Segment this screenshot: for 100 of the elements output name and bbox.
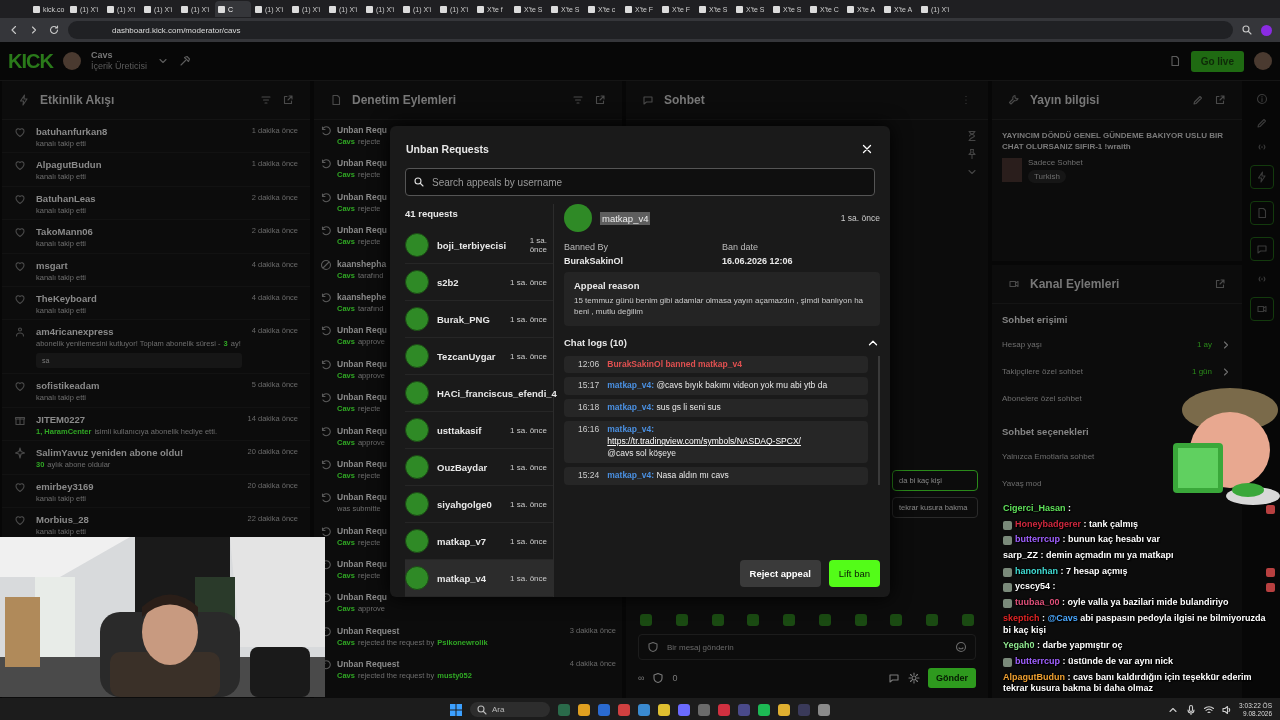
event-username: msgart <box>36 259 69 271</box>
section-heading: Sohbet seçenekleri <box>1002 425 1090 439</box>
taskbar-app-icon[interactable] <box>758 703 770 716</box>
favicon-icon <box>551 5 558 13</box>
reject-appeal-button[interactable]: Reject appeal <box>739 560 821 587</box>
popout-icon[interactable] <box>1214 94 1226 106</box>
user-avatar[interactable] <box>1254 52 1272 70</box>
undo-icon <box>320 325 332 338</box>
windows-icon[interactable] <box>450 703 462 716</box>
emote-icon[interactable] <box>783 614 796 626</box>
favicon-icon <box>218 5 225 13</box>
chat-message: butterrcup : bunun kaç hesabı var <box>1015 534 1162 547</box>
emote-icon[interactable] <box>640 614 652 626</box>
undo-icon <box>320 225 332 238</box>
undo-icon <box>320 525 332 538</box>
emote-icon[interactable] <box>675 614 688 626</box>
taskbar-app-icon[interactable] <box>678 703 690 716</box>
settings-icon[interactable] <box>908 672 920 684</box>
chat-message: ycscy54 : <box>1015 581 1057 594</box>
request-item[interactable]: Burak_PNG 1 sa. önce <box>405 301 553 338</box>
request-item[interactable]: s2b2 1 sa. önce <box>405 264 553 301</box>
popout-icon[interactable] <box>282 94 294 106</box>
emote-icon[interactable] <box>961 614 974 626</box>
taskbar-search[interactable]: Ara <box>470 702 550 717</box>
address-bar[interactable]: dashboard.kick.com/moderator/cavs <box>68 21 1233 39</box>
channel-avatar <box>62 52 81 70</box>
request-time: 1 sa. önce <box>509 499 547 509</box>
taskbar-app-icon[interactable] <box>818 703 830 716</box>
search-icon[interactable] <box>1241 24 1253 36</box>
user-avatar <box>405 566 429 590</box>
event-username: am4ricanexpress <box>36 326 115 338</box>
emote-icon[interactable] <box>926 614 939 626</box>
bolt-button[interactable] <box>1250 165 1274 189</box>
heart-icon <box>14 480 26 493</box>
info-icon[interactable] <box>1256 93 1268 105</box>
request-time: 1 sa. önce <box>509 573 547 583</box>
profile-avatar[interactable] <box>1261 24 1272 36</box>
undo-icon <box>320 425 332 438</box>
request-item[interactable]: siyahgolge0 1 sa. önce <box>405 486 553 523</box>
popout-icon[interactable] <box>594 94 606 106</box>
camera-button[interactable] <box>1250 297 1274 321</box>
setting-value[interactable]: 1 gün <box>1191 367 1212 376</box>
document-button[interactable] <box>1250 201 1274 225</box>
chat-message: butterrcup : üstünde de var aynı nick <box>1015 655 1175 668</box>
heart-icon <box>14 192 26 205</box>
favicon-icon <box>699 5 706 13</box>
panel-title: Kanal Eylemleri <box>1030 277 1121 291</box>
pin-icon[interactable] <box>966 148 978 160</box>
request-item[interactable]: matkap_v4 1 sa. önce <box>405 560 553 597</box>
request-time: 1 sa. önce <box>509 314 547 324</box>
filter-icon[interactable] <box>260 94 272 106</box>
channel-role: İçerik Üreticisi <box>90 61 147 72</box>
taskbar-app-icon[interactable] <box>658 703 670 716</box>
action-title: Unban Requ <box>337 559 388 570</box>
taskbar-app-icon[interactable] <box>638 703 650 716</box>
log-link[interactable]: https://tr.tradingview.com/symbols/NASDAQ-SPCX/ <box>607 436 801 447</box>
request-item[interactable]: usttakasif 1 sa. önce <box>405 412 553 449</box>
chat-icon[interactable] <box>888 672 900 684</box>
favicon-icon <box>366 5 373 13</box>
setting-value[interactable]: 1 ay <box>1196 340 1212 349</box>
taskbar-app-icon[interactable] <box>778 703 790 716</box>
channel-name: Cavs <box>90 50 114 61</box>
request-item[interactable]: boji_terbiyecisi 1 sa. önce <box>405 227 553 264</box>
close-button[interactable] <box>860 142 874 156</box>
undo-icon <box>320 191 332 204</box>
lift-ban-button[interactable]: Lift ban <box>828 560 880 587</box>
chat-message: Cigerci_Hasan : <box>1003 503 1073 515</box>
emote-icon[interactable] <box>711 614 724 626</box>
chat-message: hanonhan : 7 hesap açmış <box>1015 565 1129 578</box>
popout-icon[interactable] <box>1214 278 1226 290</box>
favicon-icon <box>255 5 262 13</box>
appeal-username: matkap_v4 <box>600 211 651 225</box>
emote-icon[interactable] <box>854 614 867 626</box>
emoji-icon[interactable] <box>955 641 967 653</box>
action-title: Unban Requ <box>337 191 388 202</box>
edit-icon[interactable] <box>1256 117 1268 129</box>
logo[interactable]: KICK <box>8 49 53 73</box>
action-title: Unban Requ <box>337 358 388 369</box>
banned-by-value: BurakSakinOl <box>564 256 625 266</box>
filter-icon[interactable] <box>572 94 584 106</box>
chat-button[interactable] <box>1250 237 1274 261</box>
emote-icon[interactable] <box>890 614 903 626</box>
request-username: Burak_PNG <box>437 313 490 325</box>
shield-icon <box>652 672 665 684</box>
favicon-icon <box>847 5 854 13</box>
hammer-icon[interactable] <box>178 55 191 67</box>
emote-icon[interactable] <box>818 614 831 626</box>
field-label: Ban date <box>722 242 760 252</box>
edit-icon[interactable] <box>1192 94 1204 106</box>
reload-icon[interactable] <box>48 24 60 36</box>
request-item[interactable]: TezcanUygar 1 sa. önce <box>405 338 553 375</box>
message-input[interactable]: Bir mesaj gönderin <box>638 634 976 660</box>
taskbar-app-icon[interactable] <box>578 703 590 716</box>
request-username: boji_terbiyecisi <box>437 239 507 251</box>
action-title: Unban Request <box>337 659 400 670</box>
send-button[interactable]: Gönder <box>928 668 976 688</box>
emote-icon[interactable] <box>747 614 760 626</box>
setting-label: Yalnızca Emotlarla sohbet <box>1002 452 1095 461</box>
request-item[interactable]: OuzBaydar 1 sa. önce <box>405 449 553 486</box>
search-field[interactable]: Search appeals by username <box>405 168 875 196</box>
